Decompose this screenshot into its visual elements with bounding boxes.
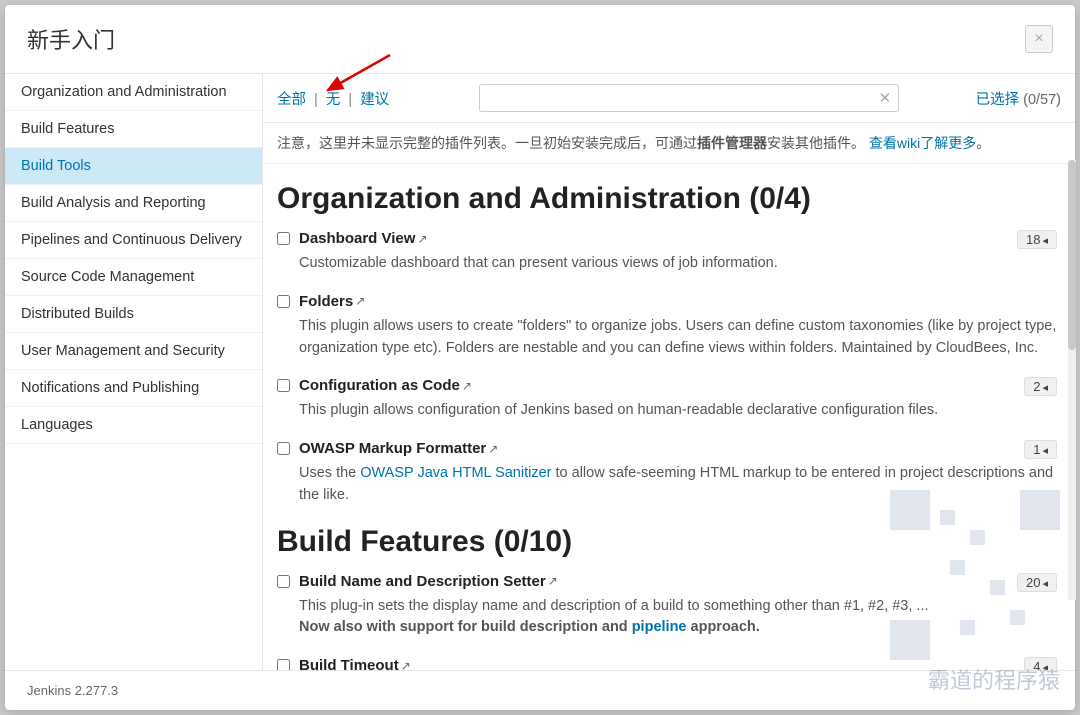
plugin-head: Build Name and Description Setter ↗ [299,573,1057,590]
plugin-head: Dashboard View ↗ [299,230,1057,247]
plugin-row: OWASP Markup Formatter ↗ 1◂ Uses the OWA… [277,440,1057,507]
plugin-checkbox[interactable] [277,379,290,392]
dependency-badge[interactable]: 18◂ [1017,230,1057,249]
category-sidebar: Organization and Administration Build Fe… [5,74,263,670]
notice-mid: 安装其他插件。 [767,135,865,151]
sidebar-item-build-tools[interactable]: Build Tools [5,148,262,185]
selected-count: 已选择 (0/57) [976,88,1061,109]
plugin-name[interactable]: OWASP Markup Formatter [299,440,486,457]
notice-bar: 注意，这里并未显示完整的插件列表。一旦初始安装完成后，可通过插件管理器安装其他插… [263,123,1075,164]
plugin-description: This plug-in sets the display name and d… [299,596,1057,640]
main-panel: 全部 | 无 | 建议 ✕ 已选择 (0/57) 注意，这里并未显示完整的插件列… [263,74,1075,670]
scrollbar-thumb[interactable] [1068,160,1076,350]
pipeline-link[interactable]: pipeline [632,619,687,635]
plugin-name[interactable]: Folders [299,293,353,310]
plugin-row: Build Name and Description Setter ↗ 20◂ … [277,573,1057,640]
modal-body: Organization and Administration Build Fe… [5,74,1075,670]
external-link-icon: ↗ [417,232,427,246]
sidebar-item-notifications[interactable]: Notifications and Publishing [5,370,262,407]
plugin-name[interactable]: Dashboard View [299,230,415,247]
dependency-badge[interactable]: 20◂ [1017,573,1057,592]
close-button[interactable]: × [1025,25,1053,53]
chevron-left-icon: ◂ [1042,578,1048,590]
dependency-badge[interactable]: 2◂ [1024,377,1057,396]
sanitizer-link[interactable]: OWASP Java HTML Sanitizer [360,465,551,481]
modal-header: 新手入门 × [5,5,1075,74]
external-link-icon: ↗ [401,659,411,671]
plugin-checkbox[interactable] [277,659,290,670]
plugin-row: Build Timeout ↗ 4◂ [277,657,1057,670]
plugin-head: Configuration as Code ↗ [299,377,1057,394]
plugin-checkbox[interactable] [277,295,290,308]
plugin-name[interactable]: Build Name and Description Setter [299,573,546,590]
notice-bold: 插件管理器 [697,135,767,151]
chevron-left-icon: ◂ [1042,235,1048,247]
search-wrap: ✕ [479,84,899,112]
chevron-left-icon: ◂ [1042,662,1048,670]
notice-suffix: 。 [976,135,990,151]
external-link-icon: ↗ [548,574,558,588]
dependency-badge[interactable]: 4◂ [1024,657,1057,670]
external-link-icon: ↗ [462,379,472,393]
plugin-checkbox[interactable] [277,442,290,455]
dependency-badge[interactable]: 1◂ [1024,440,1057,459]
modal-dialog: 新手入门 × Organization and Administration B… [5,5,1075,710]
plugin-checkbox[interactable] [277,232,290,245]
modal-footer: Jenkins 2.277.3 [5,670,1075,710]
plugin-head: Build Timeout ↗ [299,657,1057,670]
plugin-description: Uses the OWASP Java HTML Sanitizer to al… [299,463,1057,507]
selected-link[interactable]: 已选择 [976,92,1020,108]
plugin-description: Customizable dashboard that can present … [299,253,1057,275]
sidebar-item-pipelines[interactable]: Pipelines and Continuous Delivery [5,222,262,259]
plugin-row: Dashboard View ↗ 18◂ Customizable dashbo… [277,230,1057,275]
notice-wiki-link[interactable]: 查看wiki了解更多 [869,135,976,151]
plugin-description: This plugin allows users to create "fold… [299,316,1057,360]
filter-none-link[interactable]: 无 [326,92,341,108]
section-title-organization: Organization and Administration (0/4) [277,182,1057,216]
plugin-content[interactable]: Organization and Administration (0/4) Da… [263,164,1075,670]
external-link-icon: ↗ [355,294,365,308]
notice-text: 注意，这里并未显示完整的插件列表。一旦初始安装完成后，可通过 [277,135,697,151]
plugin-checkbox[interactable] [277,575,290,588]
plugin-head: OWASP Markup Formatter ↗ [299,440,1057,457]
modal-title: 新手入门 [27,23,115,55]
plugin-row: Configuration as Code ↗ 2◂ This plugin a… [277,377,1057,422]
sidebar-item-build-analysis[interactable]: Build Analysis and Reporting [5,185,262,222]
toolbar: 全部 | 无 | 建议 ✕ 已选择 (0/57) [263,74,1075,123]
search-input[interactable] [479,84,899,112]
separator: | [314,92,318,108]
external-link-icon: ↗ [488,442,498,456]
plugin-description: This plugin allows configuration of Jenk… [299,400,1057,422]
plugin-head: Folders ↗ [299,293,1057,310]
plugin-name[interactable]: Configuration as Code [299,377,460,394]
sidebar-item-scm[interactable]: Source Code Management [5,259,262,296]
sidebar-item-user-mgmt[interactable]: User Management and Security [5,333,262,370]
sidebar-item-build-features[interactable]: Build Features [5,111,262,148]
filter-all-link[interactable]: 全部 [277,92,306,108]
sidebar-item-organization[interactable]: Organization and Administration [5,74,262,111]
chevron-left-icon: ◂ [1042,445,1048,457]
sidebar-item-languages[interactable]: Languages [5,407,262,444]
plugin-row: Folders ↗ This plugin allows users to cr… [277,293,1057,360]
sidebar-item-distributed[interactable]: Distributed Builds [5,296,262,333]
clear-search-icon[interactable]: ✕ [879,89,892,107]
selected-number: (0/57) [1023,92,1061,108]
separator: | [348,92,352,108]
section-title-build-features: Build Features (0/10) [277,525,1057,559]
scrollbar[interactable] [1068,160,1076,600]
chevron-left-icon: ◂ [1042,382,1048,394]
filter-suggest-link[interactable]: 建议 [360,92,389,108]
jenkins-version: Jenkins 2.277.3 [27,683,118,698]
filter-links: 全部 | 无 | 建议 [277,88,389,109]
plugin-name[interactable]: Build Timeout [299,657,399,670]
